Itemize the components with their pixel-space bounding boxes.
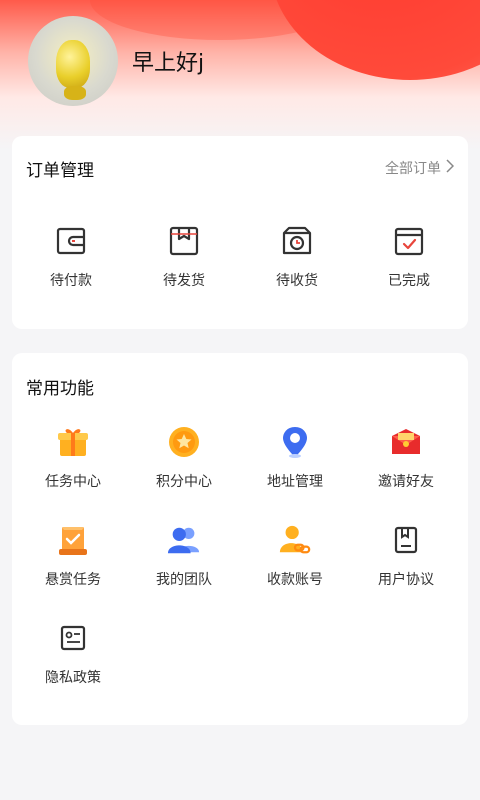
address-management-item[interactable]: 地址管理 [250, 425, 340, 491]
header-decoration-circle [270, 0, 480, 80]
location-pin-icon [278, 425, 312, 459]
avatar-image-base [64, 86, 86, 100]
team-icon [167, 523, 201, 557]
order-completed[interactable]: 已完成 [364, 224, 454, 290]
address-management-label: 地址管理 [267, 474, 323, 490]
my-team-label: 我的团队 [156, 572, 212, 588]
order-pending-shipment[interactable]: 待发货 [139, 224, 229, 290]
avatar-image [56, 40, 90, 88]
order-completed-label: 已完成 [388, 273, 430, 289]
order-pending-receipt-label: 待收货 [276, 273, 318, 289]
all-orders-label: 全部订单 [385, 161, 441, 177]
profile-header: 早上好j [28, 16, 204, 106]
points-center-label: 积分中心 [156, 474, 212, 490]
chevron-right-icon [445, 159, 455, 177]
bounty-task-item[interactable]: 悬赏任务 [28, 523, 118, 589]
red-envelope-icon [389, 425, 423, 459]
payment-account-item[interactable]: 收款账号 [250, 523, 340, 589]
invite-friends-item[interactable]: 邀请好友 [361, 425, 451, 491]
user-agreement-label: 用户协议 [378, 572, 434, 588]
my-team-item[interactable]: 我的团队 [139, 523, 229, 589]
task-center-label: 任务中心 [45, 474, 101, 490]
all-orders-link[interactable]: 全部订单 [385, 158, 455, 178]
privacy-icon [56, 621, 90, 655]
invite-friends-label: 邀请好友 [378, 474, 434, 490]
greeting-text: 早上好j [132, 51, 205, 76]
star-coin-icon [167, 425, 201, 459]
order-management-title: 订单管理 [26, 161, 94, 181]
order-pending-payment-label: 待付款 [50, 273, 92, 289]
agreement-icon [389, 523, 423, 557]
order-management-card: 订单管理 全部订单 待付款 待发货 待收货 已完成 [12, 136, 468, 329]
package-icon [167, 224, 201, 258]
user-agreement-item[interactable]: 用户协议 [361, 523, 451, 589]
privacy-policy-label: 隐私政策 [45, 670, 101, 686]
privacy-policy-item[interactable]: 隐私政策 [28, 621, 118, 687]
common-functions-title: 常用功能 [26, 379, 94, 399]
order-pending-receipt[interactable]: 待收货 [252, 224, 342, 290]
order-pending-shipment-label: 待发货 [163, 273, 205, 289]
account-link-icon [278, 523, 312, 557]
reward-board-icon [56, 523, 90, 557]
common-functions-card: 常用功能 任务中心 积分中心 地址管理 邀请好友 悬赏任务 我的团队 收款账号 … [12, 353, 468, 725]
wallet-icon [54, 224, 88, 258]
points-center-item[interactable]: 积分中心 [139, 425, 229, 491]
calendar-check-icon [392, 224, 426, 258]
bounty-task-label: 悬赏任务 [45, 572, 101, 588]
gift-icon [56, 425, 90, 459]
payment-account-label: 收款账号 [267, 572, 323, 588]
delivery-box-icon [280, 224, 314, 258]
avatar[interactable] [28, 16, 118, 106]
task-center-item[interactable]: 任务中心 [28, 425, 118, 491]
order-pending-payment[interactable]: 待付款 [26, 224, 116, 290]
